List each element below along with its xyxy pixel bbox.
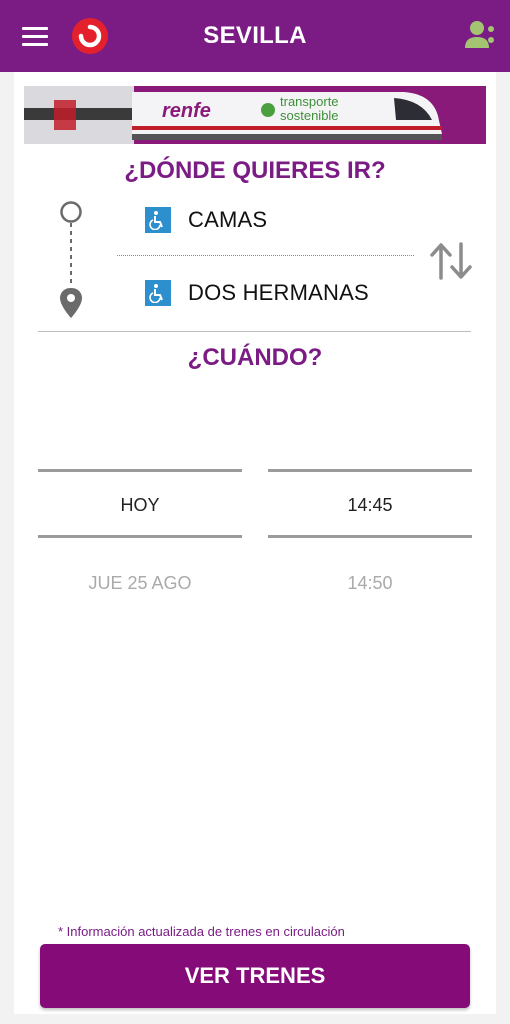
station-separator	[117, 255, 414, 256]
date-selected[interactable]: HOY	[38, 495, 242, 516]
wheelchair-icon	[145, 207, 171, 233]
svg-text:transporte: transporte	[280, 94, 339, 109]
origin-station-name: CAMAS	[188, 207, 268, 232]
swap-vertical-icon[interactable]	[428, 240, 474, 282]
date-next-option[interactable]: JUE 25 AGO	[38, 573, 242, 594]
realtime-info-note: * Información actualizada de trenes en c…	[58, 924, 345, 939]
city-title: SEVILLA	[203, 22, 307, 49]
time-picker[interactable]: 14:45 14:50	[268, 469, 472, 593]
see-trains-button[interactable]: VER TRENES	[40, 944, 470, 1008]
destination-station-field[interactable]: DOS HERMANAS	[145, 277, 369, 309]
origin-station-field[interactable]: CAMAS	[145, 204, 267, 236]
renfe-brand: renfe	[162, 100, 211, 122]
svg-text:renfe: renfe	[162, 100, 211, 122]
train-banner: renfe transporte sostenible	[24, 86, 486, 144]
origin-circle-icon	[60, 201, 82, 223]
leaf-icon	[261, 103, 275, 117]
destination-pin-icon	[60, 288, 82, 318]
when-heading: ¿CUÁNDO?	[187, 344, 323, 371]
svg-text:sostenible: sostenible	[280, 108, 339, 123]
where-heading: ¿DÓNDE QUIERES IR?	[124, 157, 386, 184]
date-picker[interactable]: HOY JUE 25 AGO	[38, 469, 242, 593]
train-illustration: renfe transporte sostenible	[24, 86, 486, 144]
wheelchair-icon	[145, 280, 171, 306]
time-next-option[interactable]: 14:50	[268, 573, 472, 594]
route-connector	[60, 201, 82, 318]
app-bar: SEVILLA	[0, 0, 510, 72]
time-selected[interactable]: 14:45	[268, 495, 472, 516]
destination-station-name: DOS HERMANAS	[188, 280, 369, 305]
users-icon[interactable]	[464, 20, 498, 50]
section-divider	[38, 331, 471, 332]
